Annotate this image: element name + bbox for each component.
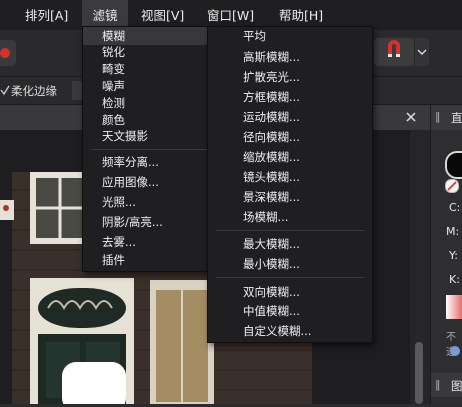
panel-header: ‖ 直 [431, 105, 462, 130]
menu-item-label: 景深模糊... [243, 190, 300, 204]
grip-icon: ‖ [435, 110, 441, 123]
snapping-button[interactable] [374, 38, 414, 66]
menu-item-noise[interactable]: 噪声▶ [83, 77, 224, 95]
menu-item-label: 最小模糊... [243, 257, 300, 271]
close-icon[interactable] [404, 110, 418, 124]
slash-icon [447, 181, 457, 191]
feather-edges-label[interactable]: 柔化边缘 [11, 83, 57, 99]
grip-icon: ‖ [435, 378, 441, 391]
menu-item-astrophotography[interactable]: 天文摄影▶ [83, 127, 224, 145]
menu-item-distort[interactable]: 畸变▶ [83, 60, 224, 78]
menu-divider [91, 149, 216, 150]
menu-item-label: 镜头模糊... [243, 170, 300, 184]
menu-item-label: 方框模糊... [243, 90, 300, 104]
channel-y-label: Y: [449, 249, 458, 262]
menu-item-label: 噪声 [102, 79, 125, 93]
snapping-dropdown[interactable] [415, 38, 429, 66]
menu-item-label: 去雾... [102, 235, 136, 249]
channel-m-label: M: [446, 225, 460, 238]
menu-item-label: 径向模糊... [243, 130, 300, 144]
hand-tool-icon [0, 48, 10, 58]
color-slider[interactable] [446, 295, 462, 319]
menu-item-zoom-blur[interactable]: 缩放模糊... [208, 148, 372, 166]
color-swatch[interactable] [445, 151, 462, 179]
menu-item-sharpen[interactable]: 锐化▶ [83, 43, 224, 61]
tool-button[interactable] [0, 40, 16, 66]
menu-item-label: 自定义模糊... [243, 324, 312, 338]
menu-item-label: 运动模糊... [243, 110, 300, 124]
menu-item-average[interactable]: 平均 [208, 27, 372, 45]
bottom-panel-header: ‖ 图 [431, 373, 462, 397]
chevron-down-icon [417, 49, 427, 55]
menu-item-frequency-separation[interactable]: 频率分离... [83, 153, 224, 171]
menu-item-box-blur[interactable]: 方框模糊... [208, 88, 372, 106]
menu-item-motion-blur[interactable]: 运动模糊... [208, 108, 372, 126]
filters-menu: 模糊▶ 锐化▶ 畸变▶ 噪声▶ 检测▶ 颜色▶ 天文摄影▶ 频率分离... 应用… [82, 26, 225, 272]
menu-item-custom-blur[interactable]: 自定义模糊... [208, 322, 372, 340]
menu-divider [216, 230, 364, 231]
menu-item-label: 天文摄影 [102, 129, 148, 143]
bottom-panel-tab-label[interactable]: 图 [451, 378, 462, 394]
menu-item-maximum-blur[interactable]: 最大模糊... [208, 235, 372, 253]
menu-item-minimum-blur[interactable]: 最小模糊... [208, 255, 372, 273]
menu-item-label: 中值模糊... [243, 304, 300, 318]
menu-arrange[interactable]: 排列[A] [21, 0, 72, 30]
menu-item-detect[interactable]: 检测▶ [83, 94, 224, 112]
menu-item-lens-blur[interactable]: 镜头模糊... [208, 168, 372, 186]
options-field[interactable] [72, 81, 82, 100]
menu-divider [216, 277, 364, 278]
channel-c-label: C: [449, 201, 461, 214]
menu-item-depth-of-field-blur[interactable]: 景深模糊... [208, 188, 372, 206]
menu-item-apply-image[interactable]: 应用图像... [83, 173, 224, 191]
menu-item-label: 双向模糊... [243, 285, 300, 299]
menu-item-lighting[interactable]: 光照... [83, 193, 224, 211]
menu-item-label: 最大模糊... [243, 237, 300, 251]
menu-item-label: 扩散亮光... [243, 70, 300, 84]
menu-item-bilateral-blur[interactable]: 双向模糊... [208, 283, 372, 301]
magnet-icon [388, 40, 400, 57]
menu-item-label: 畸变 [102, 62, 125, 76]
menu-item-field-blur[interactable]: 场模糊... [208, 208, 372, 226]
menu-item-gaussian-blur[interactable]: 高斯模糊... [208, 48, 372, 66]
menu-item-label: 高斯模糊... [243, 50, 300, 64]
opacity-handle[interactable] [450, 346, 460, 356]
blur-submenu: 平均 高斯模糊... 扩散亮光... 方框模糊... 运动模糊... 径向模糊.… [207, 26, 373, 343]
menu-item-label: 缩放模糊... [243, 150, 300, 164]
vertical-scrollbar[interactable] [410, 130, 430, 404]
right-panel: ‖ 直 C: M: Y: K: 不透 ‖ 图 [430, 105, 462, 404]
checkbox-check-icon [0, 85, 10, 96]
menu-item-label: 锐化 [102, 45, 125, 59]
no-color-icon[interactable] [445, 179, 459, 193]
scrollbar-thumb[interactable] [415, 342, 423, 404]
menu-item-label: 应用图像... [102, 175, 159, 189]
menu-item-radial-blur[interactable]: 径向模糊... [208, 128, 372, 146]
menu-item-shadows-highlights[interactable]: 阴影/高亮... [83, 213, 224, 231]
menu-item-diffuse-glow[interactable]: 扩散亮光... [208, 68, 372, 86]
menu-item-label: 检测 [102, 96, 125, 110]
menu-item-median-blur[interactable]: 中值模糊... [208, 302, 372, 320]
menu-item-label: 插件 [102, 253, 125, 267]
menu-item-plugins[interactable]: 插件▶ [83, 251, 224, 269]
menu-item-haze-removal[interactable]: 去雾... [83, 233, 224, 251]
menu-item-label: 阴影/高亮... [102, 215, 163, 229]
menu-item-label: 场模糊... [243, 210, 289, 224]
channel-k-label: K: [449, 273, 460, 286]
menu-item-label: 光照... [102, 195, 136, 209]
panel-tab-label[interactable]: 直 [451, 110, 462, 126]
menu-item-label: 频率分离... [102, 155, 159, 169]
menu-item-label: 平均 [243, 29, 266, 43]
